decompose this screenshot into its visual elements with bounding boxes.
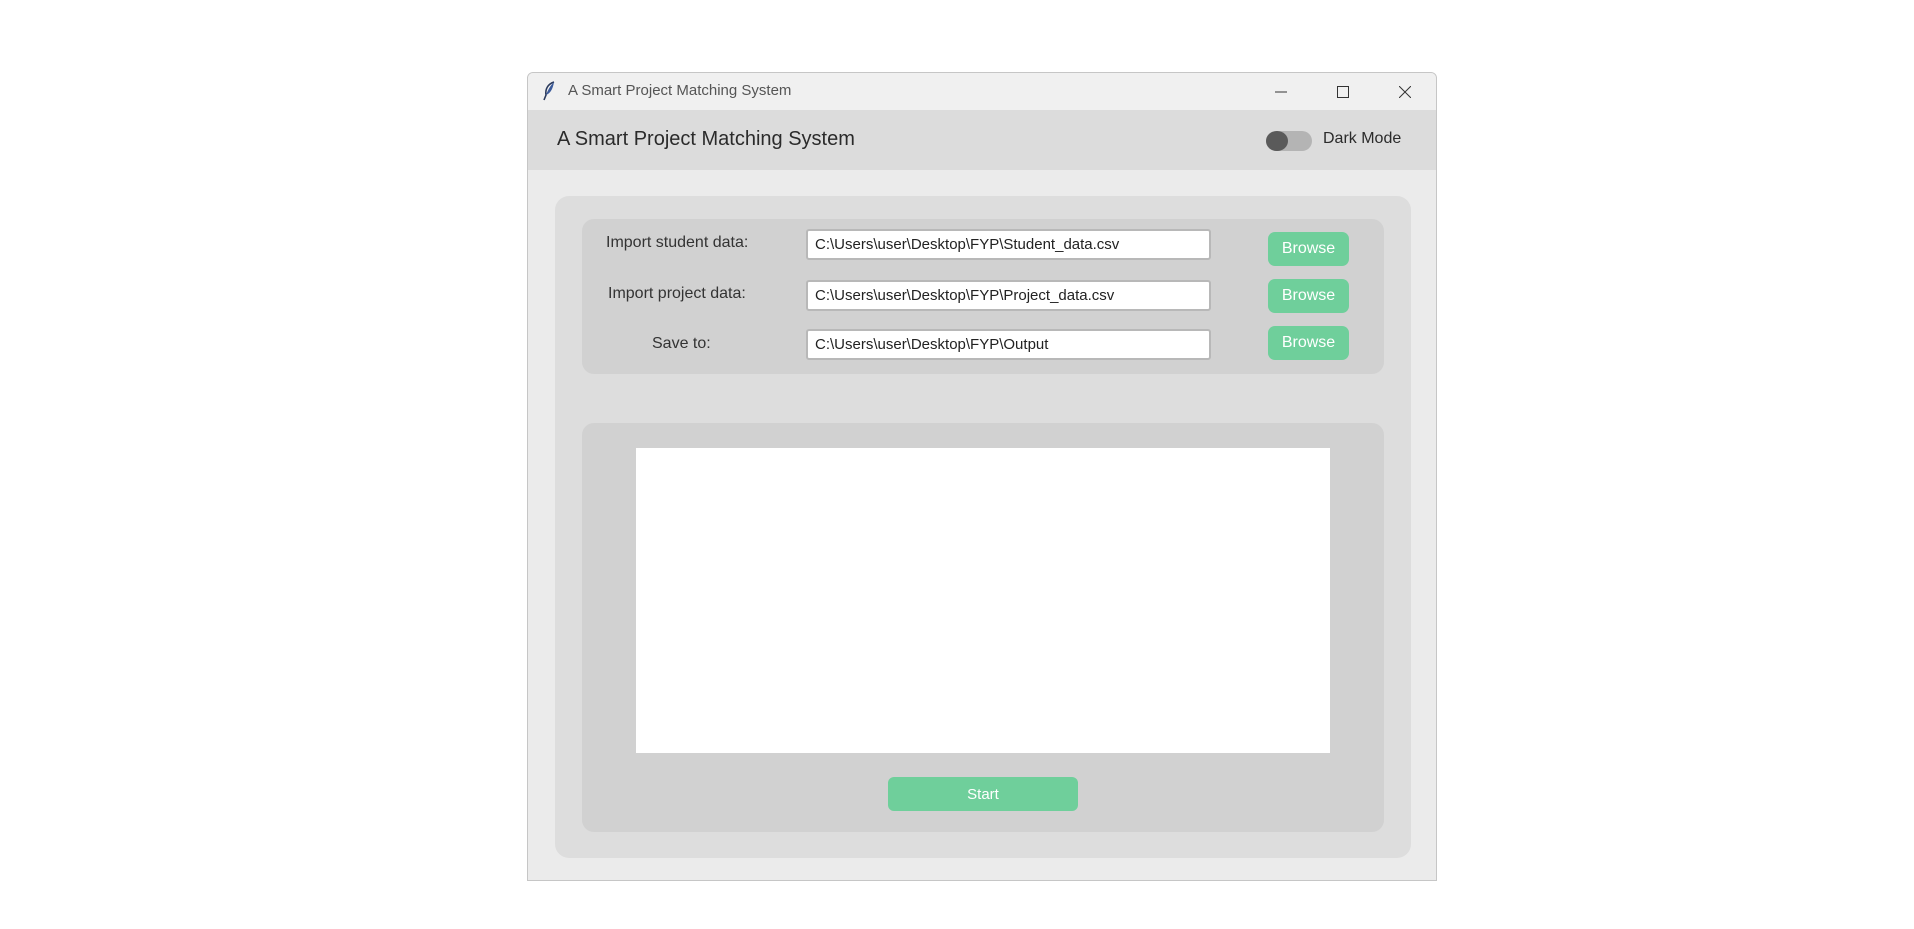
project-data-path-input[interactable] [806,280,1211,311]
file-selection-panel: Import student data: Browse Import proje… [582,219,1384,374]
start-button[interactable]: Start [888,777,1078,811]
maximize-icon [1337,85,1349,98]
browse-project-button[interactable]: Browse [1268,279,1349,313]
browse-output-button[interactable]: Browse [1268,326,1349,360]
dark-mode-toggle[interactable] [1266,131,1312,151]
close-button[interactable] [1374,73,1436,110]
student-data-label: Import student data: [606,234,749,251]
browse-student-button[interactable]: Browse [1268,232,1349,266]
feather-icon [542,81,556,101]
app-header: A Smart Project Matching System Dark Mod… [528,110,1436,170]
save-to-label: Save to: [652,335,711,352]
close-icon [1399,85,1411,98]
minimize-button[interactable] [1250,73,1312,110]
main-panel: Import student data: Browse Import proje… [555,196,1411,858]
log-textbox[interactable] [636,448,1330,753]
output-path-input[interactable] [806,329,1211,360]
minimize-icon [1275,86,1287,98]
window-titlebar[interactable]: A Smart Project Matching System [528,73,1436,110]
project-data-label: Import project data: [608,285,746,302]
app-window: A Smart Project Matching System A Smart … [527,72,1437,881]
output-panel: Start [582,423,1384,832]
toggle-knob [1266,131,1288,151]
window-title: A Smart Project Matching System [568,82,792,99]
app-title: A Smart Project Matching System [557,128,855,150]
maximize-button[interactable] [1312,73,1374,110]
dark-mode-label: Dark Mode [1323,130,1402,147]
student-data-path-input[interactable] [806,229,1211,260]
